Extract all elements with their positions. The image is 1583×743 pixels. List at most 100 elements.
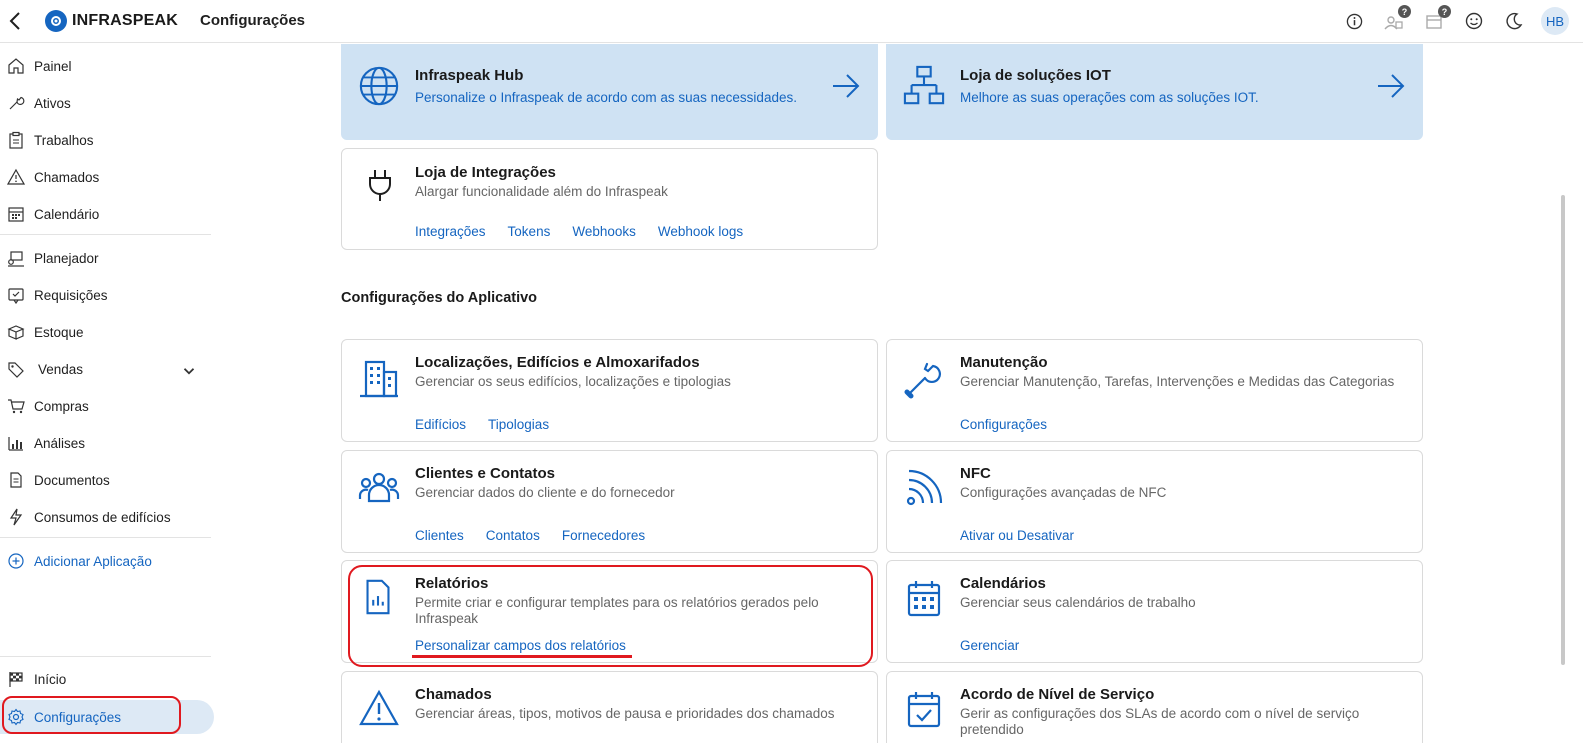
- users-icon: [358, 472, 400, 503]
- user-avatar[interactable]: HB: [1541, 7, 1569, 35]
- brand-logo[interactable]: INFRASPEAK: [45, 10, 178, 32]
- card-title: Manutenção: [960, 354, 1048, 371]
- planner-icon: [8, 251, 24, 267]
- sidebar-item-label: Consumos de edifícios: [34, 509, 171, 525]
- highlight-underline: [412, 655, 632, 658]
- logo-gear-icon: [45, 10, 67, 32]
- nfc-icon: [906, 469, 943, 506]
- link-tokens[interactable]: Tokens: [508, 224, 551, 239]
- sidebar-item-ativos[interactable]: Ativos: [0, 88, 215, 118]
- network-icon: [903, 65, 945, 105]
- sidebar-item-label: Estoque: [34, 324, 84, 340]
- info-icon[interactable]: [1341, 7, 1367, 35]
- plug-icon: [369, 170, 391, 201]
- back-arrow-icon[interactable]: [6, 10, 26, 32]
- sidebar-item-calendario[interactable]: Calendário: [0, 199, 215, 229]
- users-help-icon[interactable]: ?: [1381, 5, 1411, 35]
- document-icon: [10, 472, 22, 488]
- sidebar-item-inicio[interactable]: Início: [0, 664, 215, 694]
- iot-card[interactable]: Loja de soluções IOT Melhore as suas ope…: [886, 44, 1423, 140]
- highlight-box: [2, 696, 181, 734]
- sidebar-item-vendas[interactable]: Vendas: [0, 354, 215, 384]
- card-description: Gerenciar áreas, tipos, motivos de pausa…: [415, 706, 835, 721]
- link-integracoes[interactable]: Integrações: [415, 224, 486, 239]
- sidebar-add-app[interactable]: Adicionar Aplicação: [0, 546, 215, 576]
- sidebar-item-label: Documentos: [34, 472, 110, 488]
- link-clientes[interactable]: Clientes: [415, 528, 464, 543]
- section-title: Configurações do Aplicativo: [341, 290, 538, 306]
- link-webhooks[interactable]: Webhooks: [572, 224, 636, 239]
- warning-icon: [359, 689, 399, 726]
- sidebar-item-documentos[interactable]: Documentos: [0, 465, 215, 495]
- sidebar-item-analises[interactable]: Análises: [0, 428, 215, 458]
- card-description: Gerenciar seus calendários de trabalho: [960, 595, 1196, 610]
- smiley-icon[interactable]: [1461, 7, 1487, 35]
- help-badge: ?: [1398, 5, 1411, 18]
- calendar-help-icon[interactable]: ?: [1421, 5, 1451, 35]
- plus-circle-icon: [8, 553, 24, 569]
- sidebar-divider: [0, 656, 211, 657]
- card-description: Personalize o Infraspeak de acordo com a…: [415, 90, 797, 105]
- page-title: Configurações: [200, 12, 306, 29]
- sidebar-item-label: Compras: [34, 398, 89, 414]
- arrow-right-icon[interactable]: [831, 71, 861, 101]
- checkered-flag-icon: [9, 672, 23, 687]
- card-description: Gerir as configurações dos SLAs de acord…: [960, 706, 1360, 737]
- sidebar-item-label: Calendário: [34, 206, 100, 222]
- sidebar-item-label: Trabalhos: [34, 132, 94, 148]
- calendars-card: Calendários Gerenciar seus calendários d…: [886, 560, 1423, 663]
- warning-icon: [7, 168, 25, 185]
- locations-card: Localizações, Edifícios e Almoxarifados …: [341, 339, 878, 442]
- sidebar-item-consumos[interactable]: Consumos de edifícios: [0, 502, 215, 532]
- cart-icon: [8, 399, 25, 414]
- link-fornecedores[interactable]: Fornecedores: [562, 528, 645, 543]
- card-description: Gerenciar os seus edifícios, localizaçõe…: [415, 374, 731, 389]
- sidebar-divider: [0, 234, 211, 235]
- link-edificios[interactable]: Edifícios: [415, 417, 466, 432]
- card-title: Localizações, Edifícios e Almoxarifados: [415, 354, 700, 371]
- brand-name: INFRASPEAK: [72, 12, 179, 29]
- sidebar-item-planejador[interactable]: Planejador: [0, 243, 215, 273]
- buildings-icon: [360, 360, 398, 398]
- link-tipologias[interactable]: Tipologias: [488, 417, 549, 432]
- highlight-box: [348, 565, 873, 667]
- chart-icon: [8, 437, 23, 451]
- clients-card: Clientes e Contatos Gerenciar dados do c…: [341, 450, 878, 553]
- sidebar-item-trabalhos[interactable]: Trabalhos: [0, 125, 215, 155]
- moon-icon[interactable]: [1501, 7, 1527, 35]
- chevron-down-icon[interactable]: [180, 362, 198, 380]
- scrollbar-thumb[interactable]: [1561, 195, 1565, 665]
- hub-card[interactable]: Infraspeak Hub Personalize o Infraspeak …: [341, 44, 878, 140]
- link-contatos[interactable]: Contatos: [486, 528, 540, 543]
- card-title: NFC: [960, 465, 991, 482]
- calendar-check-icon: [907, 692, 941, 728]
- card-description: Alargar funcionalidade além do Infraspea…: [415, 184, 668, 199]
- card-description: Configurações avançadas de NFC: [960, 485, 1167, 500]
- sidebar-item-estoque[interactable]: Estoque: [0, 317, 215, 347]
- sidebar-item-painel[interactable]: Painel: [0, 51, 215, 81]
- card-title: Loja de Integrações: [415, 164, 556, 181]
- sla-card: Acordo de Nível de Serviço Gerir as conf…: [886, 671, 1423, 743]
- card-title: Loja de soluções IOT: [960, 67, 1111, 84]
- sidebar: Painel Ativos Trabalhos Chamados Calendá…: [0, 44, 215, 743]
- link-ativar-desativar[interactable]: Ativar ou Desativar: [960, 528, 1074, 543]
- wrench-icon: [904, 362, 941, 399]
- link-configuracoes[interactable]: Configurações: [960, 417, 1047, 432]
- sidebar-item-requisicoes[interactable]: Requisições: [0, 280, 215, 310]
- calendar-icon: [8, 207, 24, 222]
- sidebar-item-chamados[interactable]: Chamados: [0, 162, 215, 192]
- sidebar-item-compras[interactable]: Compras: [0, 391, 215, 421]
- link-webhook-logs[interactable]: Webhook logs: [658, 224, 743, 239]
- link-gerenciar[interactable]: Gerenciar: [960, 638, 1019, 653]
- wrench-icon: [9, 96, 25, 110]
- arrow-right-icon[interactable]: [1376, 71, 1406, 101]
- sidebar-item-label: Ativos: [34, 95, 71, 111]
- bolt-icon: [9, 508, 23, 526]
- home-icon: [8, 58, 24, 74]
- nfc-card: NFC Configurações avançadas de NFC Ativa…: [886, 450, 1423, 553]
- card-title: Infraspeak Hub: [415, 67, 524, 84]
- help-badge: ?: [1438, 5, 1451, 18]
- card-title: Calendários: [960, 575, 1046, 592]
- sidebar-item-label: Vendas: [38, 361, 84, 377]
- request-icon: [8, 288, 24, 304]
